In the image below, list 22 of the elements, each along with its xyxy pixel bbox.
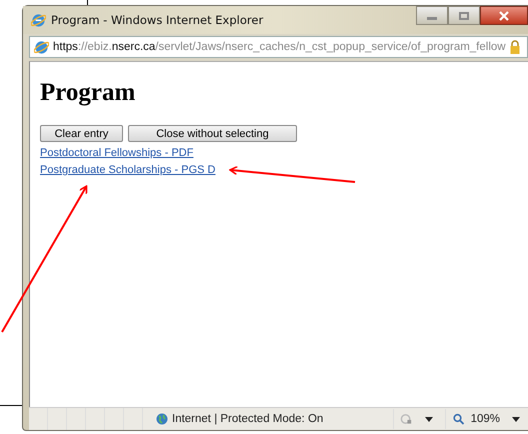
security-zone-text: Internet | Protected Mode: On: [172, 413, 324, 425]
close-button[interactable]: [480, 6, 528, 25]
caret-icon: [424, 416, 433, 422]
address-field[interactable]: https://ebiz.nserc.ca/servlet/Jaws/nserc_caches/n_cst_popup_service/of_program_fellow: [29, 36, 528, 58]
compatibility-icon: [400, 413, 413, 425]
page-button[interactable]: Clear entry: [40, 125, 123, 142]
globe-icon: [156, 413, 168, 425]
page-heading: Program: [40, 78, 136, 108]
caret-icon: [512, 416, 520, 422]
window-title: Program - Windows Internet Explorer: [51, 13, 264, 27]
close-icon: [499, 10, 509, 20]
browser-logo-icon: [31, 12, 46, 28]
minimize-button[interactable]: [416, 6, 448, 25]
maximize-button[interactable]: [448, 6, 480, 25]
magnifier-icon: [452, 413, 465, 425]
lock-icon: [510, 40, 520, 54]
page-button[interactable]: Close without selecting: [128, 125, 297, 142]
url-text: https://ebiz.nserc.ca/servlet/Jaws/nserc_caches/n_cst_popup_service/of_program_fellow: [53, 41, 506, 53]
page-icon: [34, 40, 49, 54]
zoom-dropdown[interactable]: 109%: [444, 409, 526, 429]
program-link[interactable]: Postgraduate Scholarships - PGS D: [40, 163, 216, 178]
program-link[interactable]: Postdoctoral Fellowships - PDF: [40, 146, 194, 161]
